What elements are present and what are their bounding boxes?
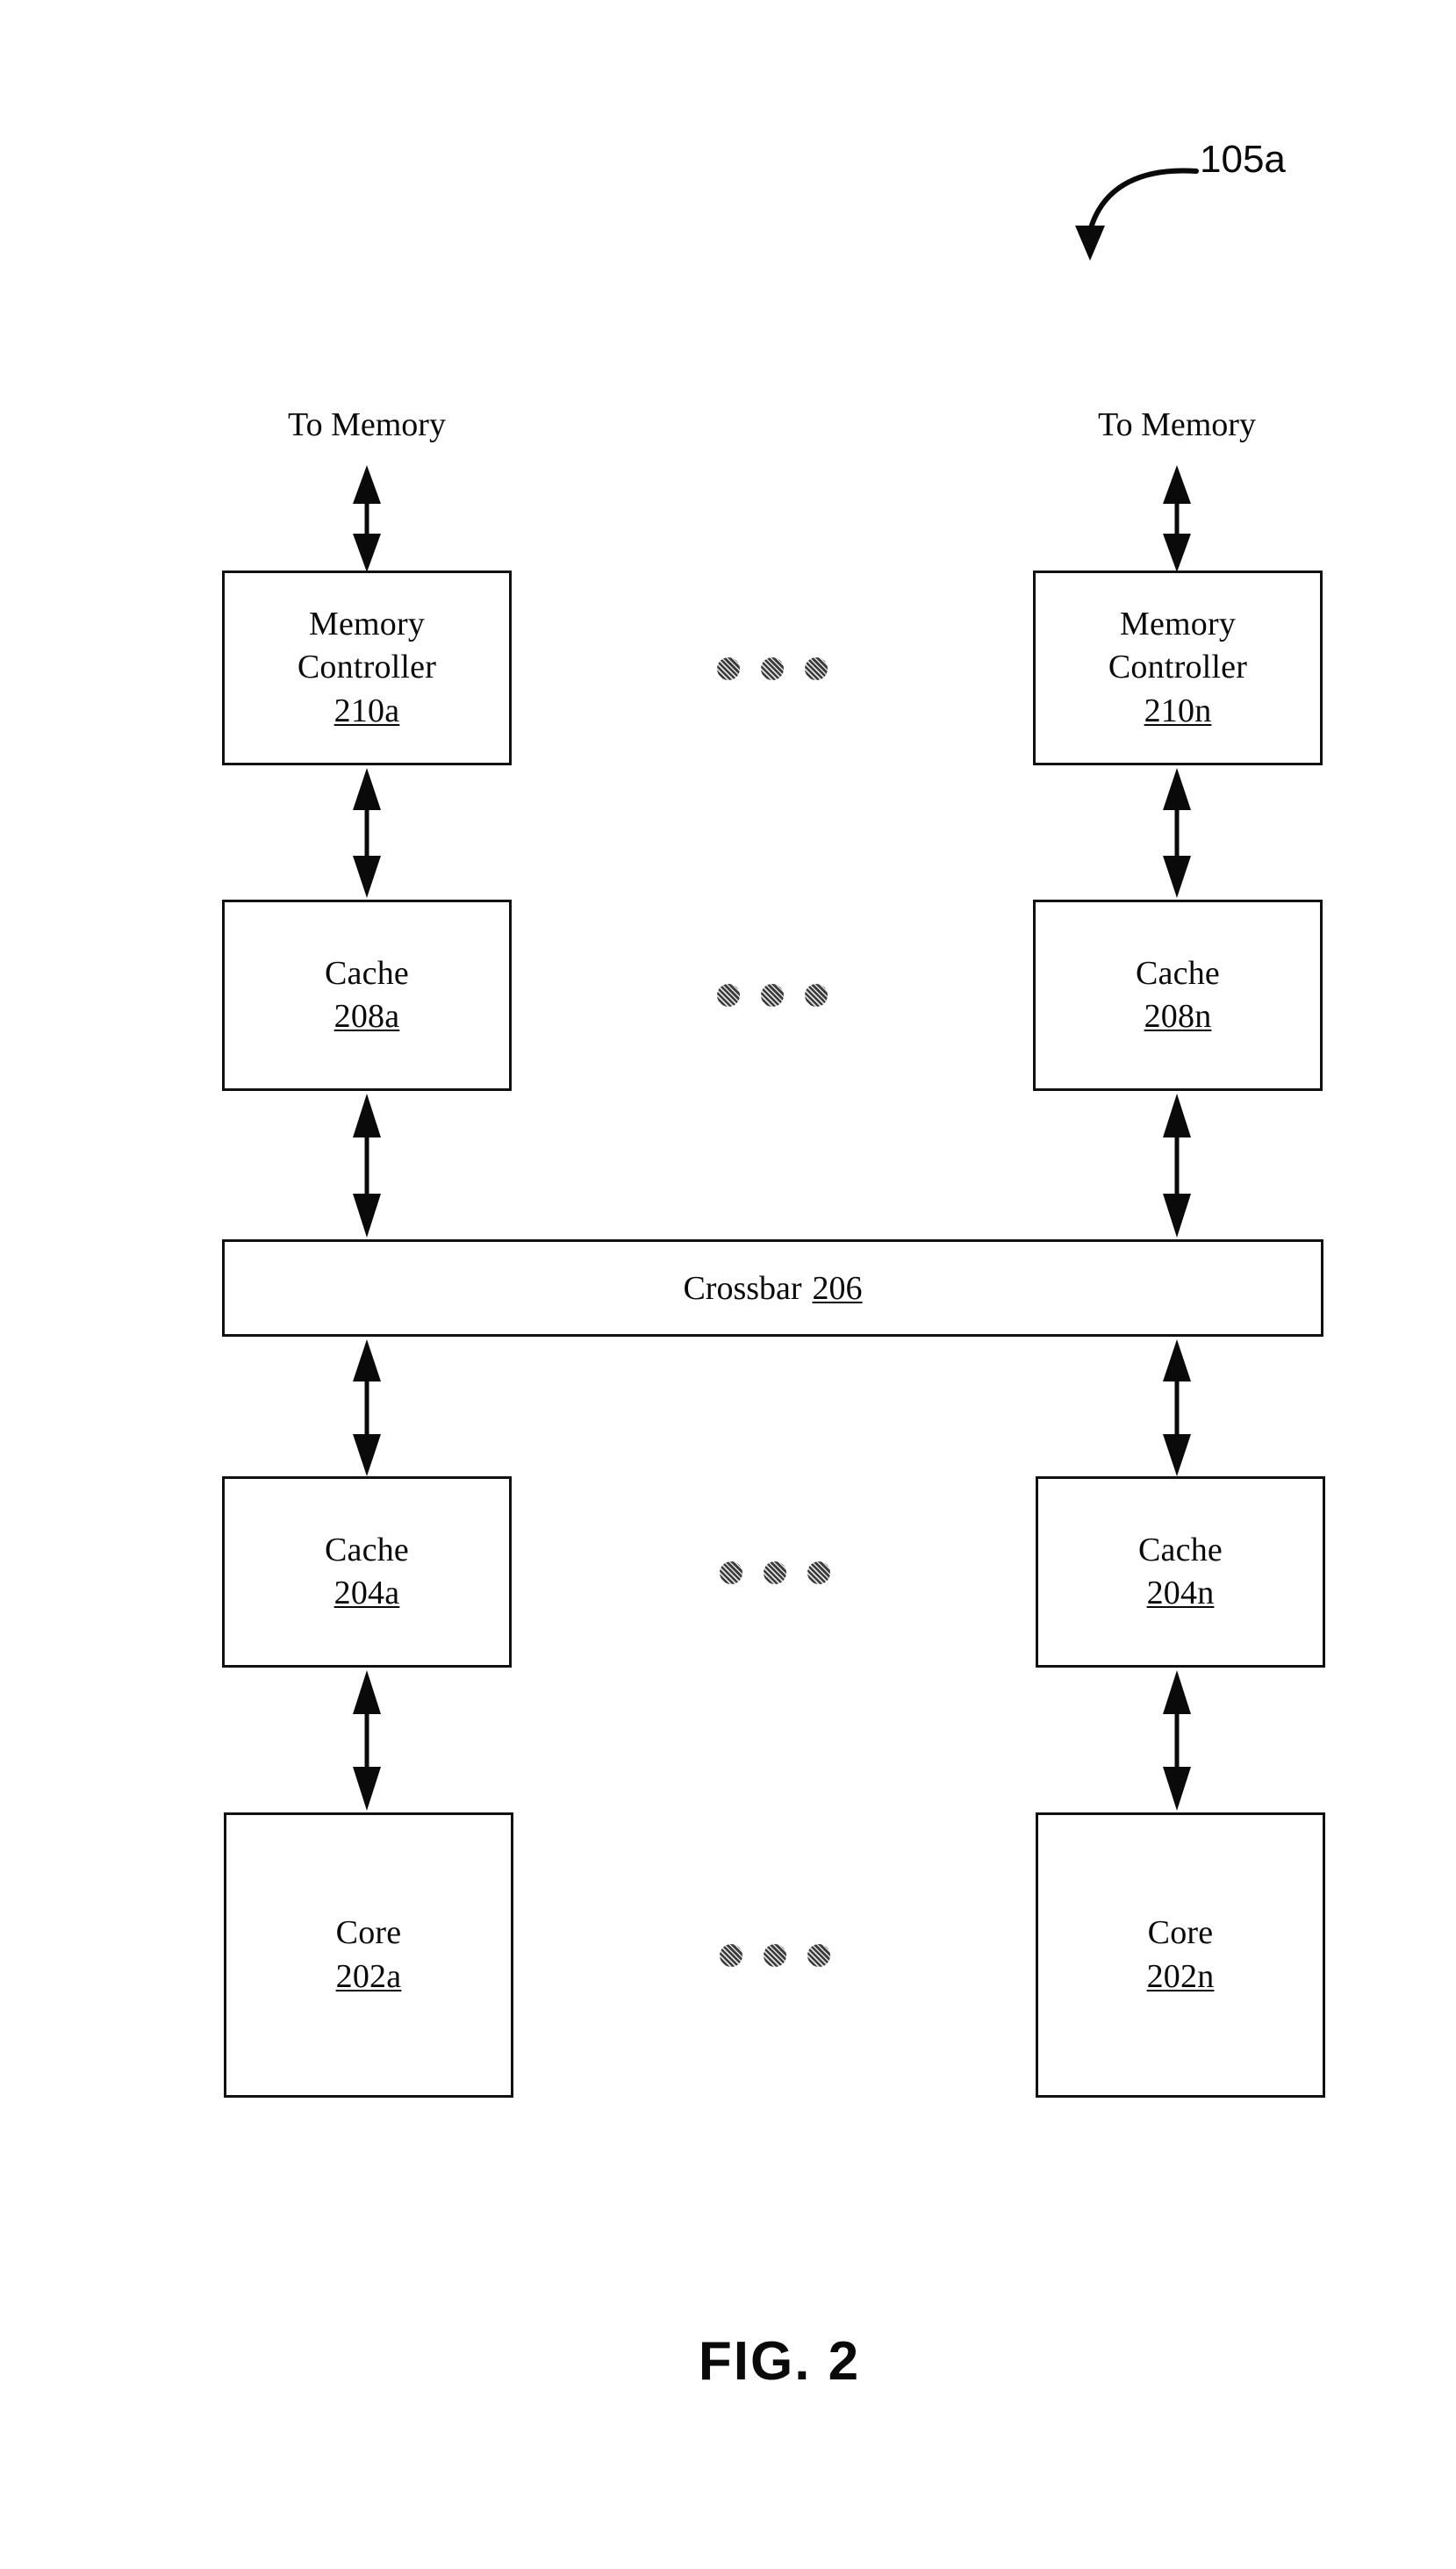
- block-ref-number: 204n: [1146, 1575, 1215, 1611]
- ellipsis-dot-icon: [807, 1561, 830, 1584]
- block-title: Core: [1147, 1914, 1214, 1952]
- ellipsis-dot-icon: [761, 984, 784, 1007]
- arrow-mc-n-to-cache-208n-icon: [1163, 768, 1191, 898]
- arrow-cache-208a-to-crossbar-icon: [353, 1094, 381, 1238]
- block-ref-number: 210n: [1144, 692, 1212, 729]
- block-title-line1: Memory: [1119, 605, 1237, 642]
- ellipsis-dot-icon: [764, 1944, 786, 1967]
- figure-caption: FIG. 2: [698, 2331, 861, 2392]
- block-ref-number: 202a: [335, 1957, 402, 1995]
- block-ref-number: 206: [812, 1269, 863, 1307]
- arrow-crossbar-to-cache-204n-icon: [1163, 1339, 1191, 1476]
- block-cache-204a[interactable]: Cache 204a: [222, 1476, 512, 1668]
- block-title: Cache: [1136, 954, 1220, 992]
- ellipsis-row-memory-controller: [717, 657, 828, 680]
- ellipsis-dot-icon: [720, 1944, 742, 1967]
- block-title: Cache: [325, 954, 409, 992]
- ellipsis-dot-icon: [717, 984, 740, 1007]
- ellipsis-dot-icon: [717, 657, 740, 680]
- block-core-202a[interactable]: Core 202a: [224, 1812, 513, 2098]
- block-title: Crossbar: [683, 1269, 802, 1307]
- ellipsis-dot-icon: [805, 984, 828, 1007]
- block-cache-208a[interactable]: Cache 208a: [222, 900, 512, 1091]
- block-ref-number: 210a: [334, 692, 400, 729]
- block-ref-number: 202n: [1146, 1957, 1215, 1995]
- arrow-memory-right-icon: [1163, 465, 1191, 572]
- block-ref-number: 204a: [334, 1575, 400, 1611]
- block-ref-number: 208a: [334, 998, 400, 1035]
- ellipsis-row-core-202: [720, 1944, 830, 1967]
- arrow-cache-204a-to-core-202a-icon: [353, 1670, 381, 1811]
- block-memory-controller-n[interactable]: Memory Controller 210n: [1033, 570, 1323, 765]
- arrow-cache-204n-to-core-202n-icon: [1163, 1670, 1191, 1811]
- label-to-memory-right: To Memory: [1098, 406, 1256, 443]
- arrow-cache-208n-to-crossbar-icon: [1163, 1094, 1191, 1238]
- block-title-line2: Controller: [1108, 649, 1248, 686]
- block-title: Cache: [325, 1531, 409, 1568]
- block-cache-204n[interactable]: Cache 204n: [1036, 1476, 1325, 1668]
- ellipsis-dot-icon: [761, 657, 784, 680]
- block-crossbar[interactable]: Crossbar 206: [222, 1239, 1323, 1337]
- ellipsis-dot-icon: [805, 657, 828, 680]
- figure-page: 105a To Memory Memory Controller 210a Ca…: [0, 0, 1456, 2569]
- ellipsis-dot-icon: [720, 1561, 742, 1584]
- arrow-memory-left-icon: [353, 465, 381, 572]
- block-title: Cache: [1138, 1531, 1223, 1568]
- callout-leader-arrow-icon: [1075, 168, 1199, 261]
- block-memory-controller-a[interactable]: Memory Controller 210a: [222, 570, 512, 765]
- block-cache-208n[interactable]: Cache 208n: [1033, 900, 1323, 1091]
- block-title-line2: Controller: [297, 649, 437, 686]
- ellipsis-row-cache-204: [720, 1561, 830, 1584]
- block-title: Core: [335, 1914, 402, 1952]
- ellipsis-dot-icon: [807, 1944, 830, 1967]
- block-core-202n[interactable]: Core 202n: [1036, 1812, 1325, 2098]
- arrow-crossbar-to-cache-204a-icon: [353, 1339, 381, 1476]
- ellipsis-row-cache-208: [717, 984, 828, 1007]
- block-title-line1: Memory: [308, 605, 426, 642]
- block-ref-number: 208n: [1144, 998, 1212, 1035]
- ellipsis-dot-icon: [764, 1561, 786, 1584]
- label-to-memory-left: To Memory: [288, 406, 446, 443]
- figure-callout-label: 105a: [1200, 138, 1286, 181]
- arrow-mc-a-to-cache-208a-icon: [353, 768, 381, 898]
